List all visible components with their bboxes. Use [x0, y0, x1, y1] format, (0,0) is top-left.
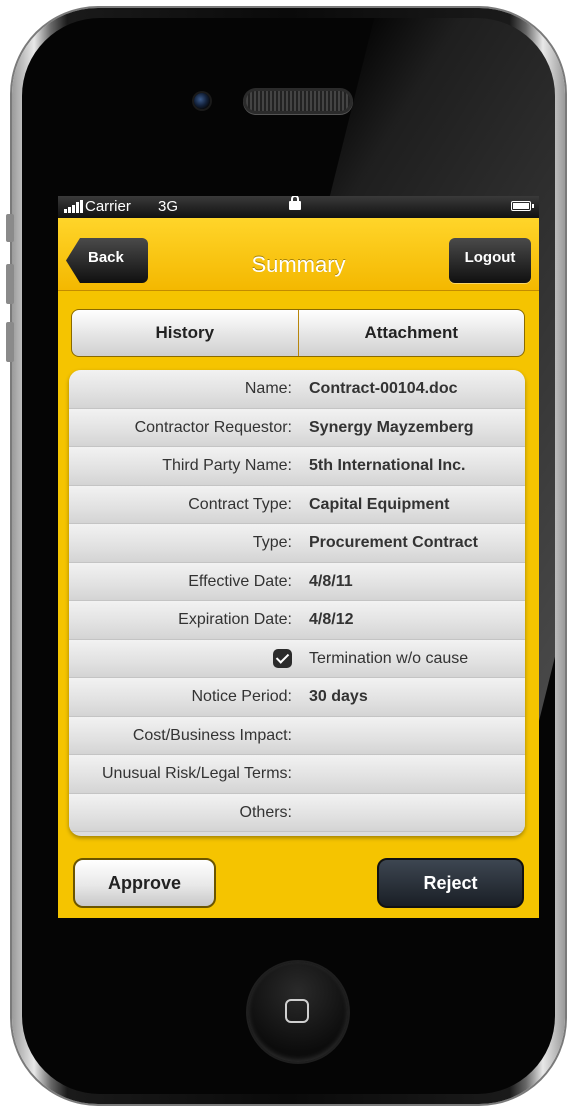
detail-row-effective-date: Effective Date: 4/8/11: [69, 562, 525, 601]
detail-row-unusual-risk: Unusual Risk/Legal Terms:: [69, 755, 525, 794]
type-label: Type:: [252, 534, 292, 551]
detail-row-others: Others:: [69, 793, 525, 832]
termination-checkbox[interactable]: [273, 648, 292, 668]
reject-button[interactable]: Reject: [377, 858, 524, 908]
segmented-control: History Attachment: [71, 309, 525, 357]
summary-details-table: Name: Contract-00104.doc Contractor Requ…: [69, 370, 525, 836]
name-label: Name:: [244, 380, 292, 397]
volume-up-button: [6, 264, 14, 304]
lock-icon: [289, 196, 301, 210]
cost-business-impact-label: Cost/Business Impact:: [132, 726, 292, 744]
detail-row-name: Name: Contract-00104.doc: [69, 370, 525, 409]
notice-period-value: 30 days: [309, 688, 368, 705]
earpiece-speaker: [246, 91, 350, 111]
home-square-icon: [285, 999, 309, 1023]
unusual-risk-label: Unusual Risk/Legal Terms:: [101, 765, 292, 782]
tab-attachment[interactable]: Attachment: [297, 310, 525, 356]
detail-row-third-party-name: Third Party Name: 5th International Inc.: [69, 447, 525, 486]
detail-row-type: Type: Procurement Contract: [69, 524, 525, 563]
detail-row-notice-period: Notice Period: 30 days: [69, 678, 525, 717]
navigation-bar: Back Summary Logout: [58, 218, 539, 291]
detail-row-contract-type: Contract Type: Capital Equipment: [69, 485, 525, 524]
expiration-date-label: Expiration Date:: [178, 611, 292, 628]
battery-icon: [511, 201, 534, 211]
network-type: 3G: [158, 198, 179, 215]
type-value: Procurement Contract: [309, 534, 478, 551]
contract-type-label: Contract Type:: [188, 495, 292, 513]
detail-row-cost-business-impact: Cost/Business Impact:: [69, 716, 525, 755]
front-camera-icon: [194, 93, 210, 109]
notice-period-label: Notice Period:: [191, 688, 293, 705]
approve-button[interactable]: Approve: [73, 858, 216, 908]
mute-switch: [6, 214, 14, 242]
volume-down-button: [6, 322, 14, 362]
contractor-requestor-label: Contractor Requestor:: [134, 418, 292, 436]
home-button[interactable]: [248, 962, 348, 1062]
detail-row-expiration-date: Expiration Date: 4/8/12: [69, 601, 525, 640]
detail-row-termination: Termination w/o cause: [69, 639, 525, 678]
tab-history[interactable]: History: [72, 310, 298, 356]
others-label: Others:: [239, 803, 292, 821]
expiration-date-value: 4/8/12: [309, 611, 354, 628]
third-party-name-label: Third Party Name:: [162, 457, 292, 474]
effective-date-label: Effective Date:: [188, 572, 292, 590]
logout-button[interactable]: Logout: [449, 238, 531, 283]
third-party-name-value: 5th International Inc.: [309, 457, 466, 474]
carrier-label: Carrier: [85, 198, 131, 215]
name-value: Contract-00104.doc: [309, 380, 458, 397]
contractor-requestor-value: Synergy Mayzemberg: [309, 418, 474, 436]
detail-row-contractor-requestor: Contractor Requestor: Synergy Mayzemberg: [69, 408, 525, 447]
effective-date-value: 4/8/11: [309, 572, 353, 590]
termination-label: Termination w/o cause: [309, 649, 469, 667]
signal-strength-icon: [64, 200, 83, 213]
contract-type-value: Capital Equipment: [309, 495, 450, 513]
status-bar: Carrier 3G: [58, 196, 539, 218]
app-screen: Carrier 3G Back Summary Logout History A…: [58, 196, 539, 918]
